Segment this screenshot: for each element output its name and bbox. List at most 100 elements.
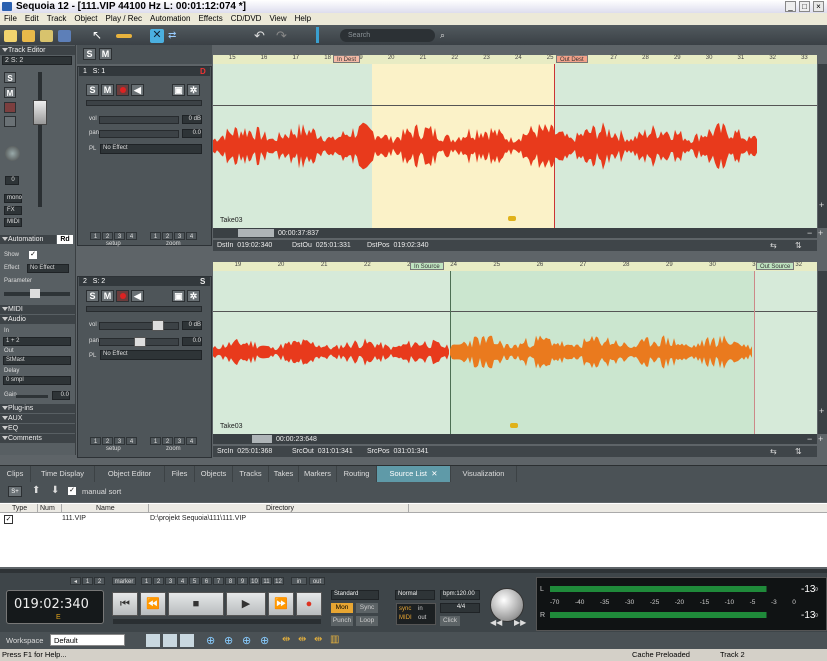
open-recent-icon[interactable] xyxy=(40,30,53,42)
col-directory-header[interactable]: Directory xyxy=(266,505,294,512)
marker-8-button[interactable]: 8 xyxy=(225,577,236,585)
track-1-fit-icon[interactable]: ⇆ xyxy=(770,241,777,250)
out-source-marker[interactable]: Out Source xyxy=(756,262,795,270)
track-2-pan-value[interactable]: 0.0 xyxy=(182,337,202,346)
global-mute-button[interactable]: M xyxy=(99,48,112,60)
save-icon[interactable] xyxy=(58,30,71,42)
track-2-swap-icon[interactable]: ⇅ xyxy=(795,447,802,456)
speed-select[interactable]: Normal xyxy=(395,590,435,600)
menu-cd-dvd[interactable]: CD/DVD xyxy=(227,13,266,25)
col-divider[interactable] xyxy=(148,504,149,513)
grid-tool-icon[interactable]: ⇄ xyxy=(168,30,181,42)
marker-4-button[interactable]: 4 xyxy=(177,577,188,585)
tab-time-display[interactable]: Time Display xyxy=(31,466,95,482)
close-icon[interactable]: × xyxy=(813,1,824,12)
marker-5-button[interactable]: 5 xyxy=(189,577,200,585)
record-arm-button[interactable] xyxy=(4,102,16,113)
track-2-setup-1[interactable]: 1 xyxy=(90,437,101,445)
nav-icon-2[interactable]: ⊕ xyxy=(224,634,233,647)
jog-right-icon[interactable]: ▶▶ xyxy=(514,618,526,627)
track-2-volume-line[interactable] xyxy=(213,311,817,312)
transport-divider[interactable] xyxy=(0,569,827,573)
track-2-zoom-4[interactable]: 4 xyxy=(186,437,197,445)
mon-button[interactable]: Mon xyxy=(331,603,353,613)
spectrum-icon[interactable]: ▥ xyxy=(330,634,339,645)
track-1-record-button[interactable] xyxy=(116,84,129,96)
eq-section-header[interactable]: EQ xyxy=(0,424,75,433)
menu-track[interactable]: Track xyxy=(43,13,71,25)
fx-button[interactable]: FX xyxy=(4,206,22,215)
track-2-setup-2[interactable]: 2 xyxy=(102,437,113,445)
snap-icon[interactable]: ✕ xyxy=(150,29,164,43)
move-up-icon[interactable]: ⬆ xyxy=(32,485,40,496)
pan-knob[interactable] xyxy=(5,146,20,161)
jog-left-icon[interactable]: ◀◀ xyxy=(490,618,502,627)
track-2-fit-icon[interactable]: ⇆ xyxy=(770,447,777,456)
in-source-marker[interactable]: In Source xyxy=(410,262,444,270)
top-num-1[interactable]: 1 xyxy=(82,577,93,585)
automation-mode[interactable]: Rd xyxy=(57,235,73,244)
parameter-slider-handle[interactable] xyxy=(30,289,40,298)
stop-button[interactable]: ■ xyxy=(168,592,224,616)
nav-icon-3[interactable]: ⊕ xyxy=(242,634,251,647)
marker-10-button[interactable]: 10 xyxy=(249,577,260,585)
track-1-setup-2[interactable]: 2 xyxy=(102,232,113,240)
marker-in-button[interactable]: in xyxy=(291,577,307,585)
workspace-select[interactable]: Default xyxy=(50,634,125,646)
track-2-vol-value[interactable]: 0 dB xyxy=(182,321,202,330)
track-1-pan-slider[interactable] xyxy=(99,130,179,138)
show-checkbox[interactable]: ✓ xyxy=(29,251,37,259)
menu-edit[interactable]: Edit xyxy=(21,13,43,25)
track-1-pan-value[interactable]: 0.0 xyxy=(182,129,202,138)
menu-play-rec[interactable]: Play / Rec xyxy=(102,13,146,25)
track-2-name-bar[interactable]: 2 S: 2 xyxy=(79,277,210,286)
track-1-fx-icon[interactable]: ✲ xyxy=(187,84,200,96)
tab-objects[interactable]: Objects xyxy=(195,466,233,482)
menu-effects[interactable]: Effects xyxy=(194,13,226,25)
gain-field[interactable]: 0.0 xyxy=(52,391,70,400)
marker-out-button[interactable]: out xyxy=(309,577,325,585)
solo-button[interactable]: S xyxy=(4,72,16,83)
open-folder-icon[interactable] xyxy=(22,30,35,42)
marker-3-button[interactable]: 3 xyxy=(165,577,176,585)
close-tab-icon[interactable]: ✕ xyxy=(431,469,437,478)
track-1-volume-line[interactable] xyxy=(213,105,817,106)
track-1-zoom-2[interactable]: 2 xyxy=(162,232,173,240)
nav-icon-4[interactable]: ⊕ xyxy=(260,634,269,647)
track-2-solo-button[interactable]: S xyxy=(86,290,99,302)
track-2-fx-icon[interactable]: ✲ xyxy=(187,290,200,302)
move-down-icon[interactable]: ⬇ xyxy=(51,485,59,496)
play-button[interactable]: ▶ xyxy=(226,592,266,616)
track-1-zoom-3[interactable]: 3 xyxy=(174,232,185,240)
bpm-field[interactable]: bpm:120.00 xyxy=(440,590,480,600)
sync-button[interactable]: Sync xyxy=(356,603,378,613)
track-2-setup-3[interactable]: 3 xyxy=(114,437,125,445)
tab-object-editor[interactable]: Object Editor xyxy=(95,466,165,482)
track-1-lock-icon[interactable]: ▣ xyxy=(172,84,185,96)
col-divider[interactable] xyxy=(408,504,409,513)
marker-label[interactable]: marker xyxy=(112,577,136,585)
track-2-effect-select[interactable]: No Effect xyxy=(100,350,202,360)
track-2-zoom-out-icon[interactable]: − xyxy=(807,434,812,444)
track-1-object-handle[interactable] xyxy=(508,216,516,221)
dst-in-field[interactable]: DstIn 019:02:340 xyxy=(217,241,272,250)
lock-icon[interactable] xyxy=(4,116,16,127)
search-icon[interactable]: ⌕ xyxy=(440,29,453,42)
tab-visualization[interactable]: Visualization xyxy=(451,466,517,482)
track-1-effect-select[interactable]: No Effect xyxy=(100,144,202,154)
track-1-setup-1[interactable]: 1 xyxy=(90,232,101,240)
marker-12-button[interactable]: 12 xyxy=(273,577,284,585)
track-1-zoom-4[interactable]: 4 xyxy=(186,232,197,240)
search-input[interactable]: Search xyxy=(340,29,435,42)
app-icon[interactable] xyxy=(2,2,12,11)
track-2-zoom-2[interactable]: 2 xyxy=(162,437,173,445)
track-selector[interactable]: 2 S: 2 xyxy=(2,56,72,65)
track-2-setup-4[interactable]: 4 xyxy=(126,437,137,445)
tab-markers[interactable]: Markers xyxy=(299,466,337,482)
track-2-zoom-1[interactable]: 1 xyxy=(150,437,161,445)
dst-out-field[interactable]: DstOu 025:01:331 xyxy=(292,241,351,250)
mono-button[interactable]: mono xyxy=(4,194,22,203)
aux-section-header[interactable]: AUX xyxy=(0,414,75,423)
manual-sort-checkbox[interactable]: ✓ xyxy=(68,487,76,495)
marker-1-button[interactable]: 1 xyxy=(141,577,152,585)
